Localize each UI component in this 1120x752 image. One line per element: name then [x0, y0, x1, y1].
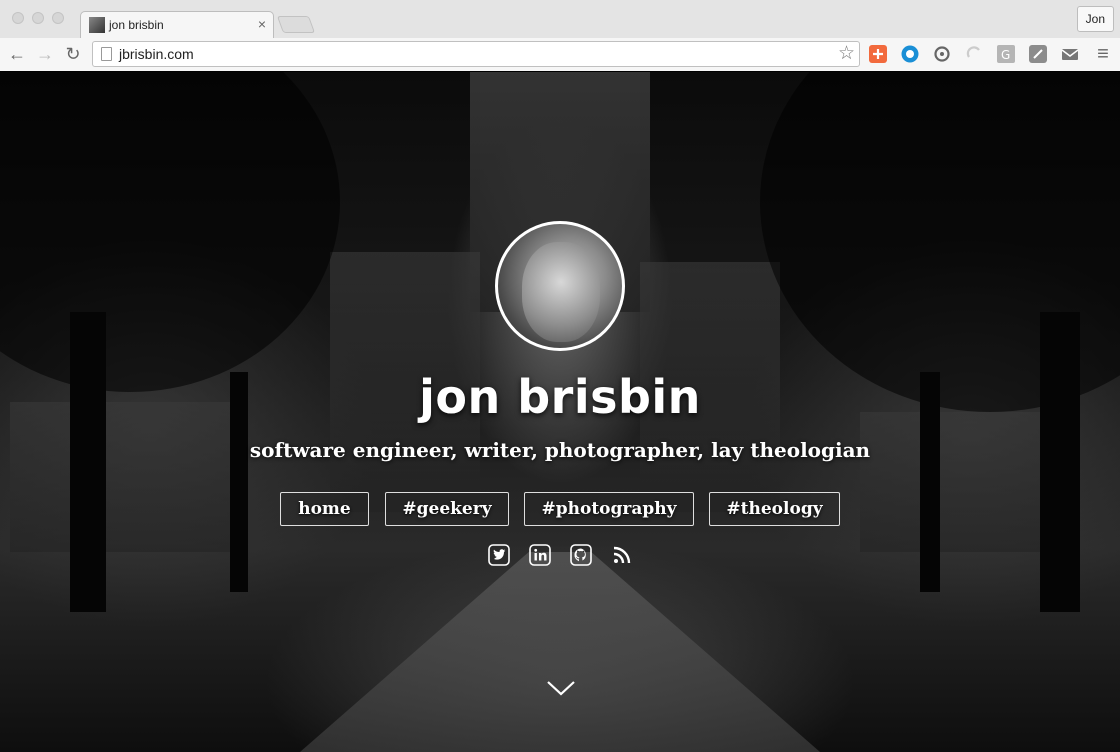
close-window-button[interactable] — [12, 12, 24, 24]
reload-icon[interactable]: ↻ — [62, 43, 84, 65]
minimize-window-button[interactable] — [32, 12, 44, 24]
mail-extension-icon[interactable] — [1061, 45, 1079, 63]
rss-icon[interactable] — [611, 544, 633, 566]
profile-button[interactable]: Jon — [1076, 6, 1114, 32]
refresh-extension-icon[interactable] — [965, 45, 983, 63]
page-tagline: software engineer, writer, photographer,… — [249, 438, 871, 462]
browser-toolbar: ← → ↻ jbrisbin.com ☆ G ≡ — [0, 38, 1120, 71]
browser-tab-active[interactable]: jon brisbin × — [80, 11, 274, 38]
tab-title: jon brisbin — [109, 18, 164, 32]
hero-background-photo: jon brisbin software engineer, writer, p… — [0, 72, 1120, 752]
building-shape — [10, 402, 230, 552]
nav-link-photography[interactable]: #photography — [524, 492, 694, 526]
chevron-down-icon[interactable] — [546, 678, 576, 698]
bookmark-star-icon[interactable]: ☆ — [838, 43, 855, 65]
sync-extension-icon[interactable] — [933, 45, 951, 63]
github-icon[interactable] — [570, 544, 592, 566]
tree-trunk-shape — [1040, 312, 1080, 612]
twitter-icon[interactable] — [488, 544, 510, 566]
tree-shape — [0, 72, 340, 392]
nav-link-geekery[interactable]: #geekery — [385, 492, 509, 526]
plus-extension-icon[interactable] — [869, 45, 887, 63]
building-shape — [860, 412, 1060, 552]
walkway-shape — [300, 552, 820, 752]
note-extension-icon[interactable] — [1029, 45, 1047, 63]
favicon-icon — [89, 17, 105, 33]
browser-window-chrome: jon brisbin × Jon ← → ↻ jbrisbin.com ☆ G — [0, 0, 1120, 71]
nav-link-theology[interactable]: #theology — [709, 492, 840, 526]
maximize-window-button[interactable] — [52, 12, 64, 24]
url-text[interactable]: jbrisbin.com — [119, 46, 194, 62]
close-tab-icon[interactable]: × — [258, 16, 266, 32]
avatar-face — [522, 242, 600, 342]
back-arrow-icon[interactable]: ← — [6, 43, 28, 65]
address-bar[interactable]: jbrisbin.com ☆ — [92, 41, 860, 67]
linkedin-icon[interactable] — [529, 544, 551, 566]
svg-text:G: G — [1001, 48, 1010, 62]
new-tab-button[interactable] — [276, 16, 316, 33]
nav-link-home[interactable]: home — [280, 492, 369, 526]
g-extension-icon[interactable]: G — [997, 45, 1015, 63]
page-icon — [101, 47, 112, 61]
profile-avatar — [495, 221, 625, 351]
tree-trunk-shape — [70, 312, 106, 612]
hamburger-menu-icon[interactable]: ≡ — [1092, 43, 1114, 65]
forward-arrow-icon[interactable]: → — [34, 43, 56, 65]
circle-extension-icon[interactable] — [901, 45, 919, 63]
tab-strip: jon brisbin × Jon — [0, 0, 1120, 38]
page-title: jon brisbin — [419, 370, 701, 424]
